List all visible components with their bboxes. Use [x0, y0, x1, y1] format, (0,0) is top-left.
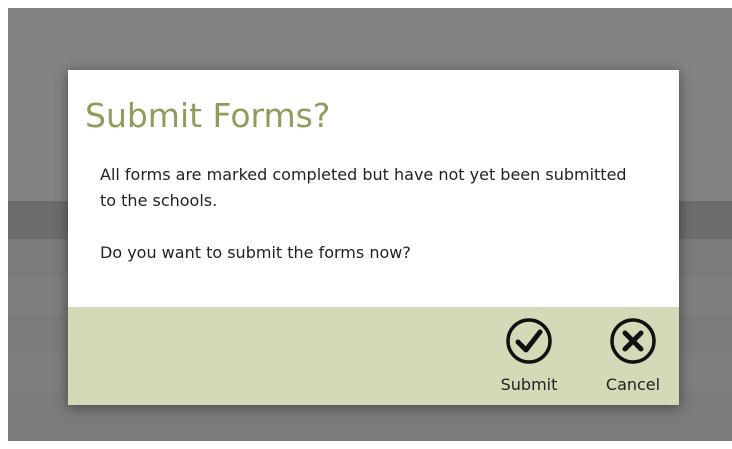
- close-circle-icon: [610, 318, 656, 364]
- dialog-question-text: Do you want to submit the forms now?: [100, 243, 411, 262]
- dialog-footer: Submit Cancel: [68, 307, 679, 405]
- dialog-message: All forms are marked completed but have …: [100, 162, 640, 266]
- dialog-message-text: All forms are marked completed but have …: [100, 165, 627, 210]
- cancel-label: Cancel: [605, 375, 661, 394]
- submit-label: Submit: [500, 375, 558, 394]
- submit-button[interactable]: Submit: [494, 307, 564, 405]
- dialog-title: Submit Forms?: [85, 96, 331, 135]
- check-circle-icon: [506, 318, 552, 364]
- cancel-button[interactable]: Cancel: [598, 307, 668, 405]
- submit-forms-dialog: Submit Forms? All forms are marked compl…: [68, 70, 679, 405]
